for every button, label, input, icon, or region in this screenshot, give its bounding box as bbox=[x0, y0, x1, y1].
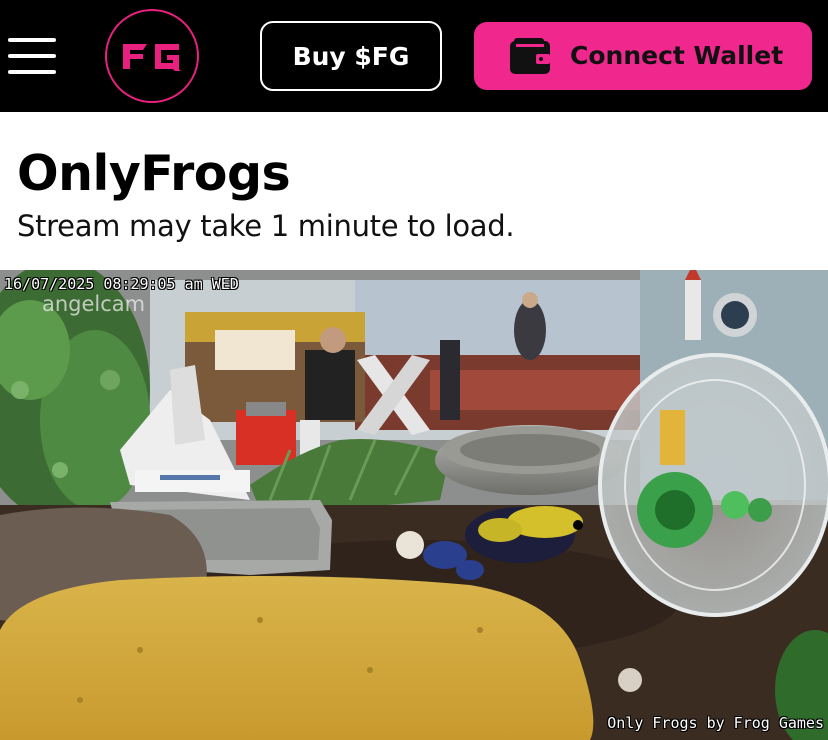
connect-wallet-button[interactable]: Connect Wallet bbox=[474, 22, 812, 90]
stream-caption: Only Frogs by Frog Games bbox=[607, 714, 824, 732]
stream-load-notice: Stream may take 1 minute to load. bbox=[17, 209, 515, 243]
buy-fg-button[interactable]: Buy $FG bbox=[260, 21, 442, 91]
terrarium-scene-image bbox=[0, 270, 828, 740]
angelcam-watermark: angelcam bbox=[42, 292, 146, 316]
fg-logo[interactable]: FG bbox=[105, 9, 199, 103]
fg-logo-mark: FG bbox=[123, 44, 181, 71]
menu-line bbox=[8, 54, 56, 58]
hamburger-menu-icon[interactable] bbox=[8, 38, 56, 74]
menu-line bbox=[8, 70, 56, 74]
live-stream-video[interactable]: 16/07/2025 08:29:05 am WED angelcam Only… bbox=[0, 270, 828, 740]
stream-timestamp: 16/07/2025 08:29:05 am WED bbox=[4, 275, 239, 293]
wallet-icon bbox=[510, 38, 550, 74]
connect-wallet-label: Connect Wallet bbox=[570, 41, 784, 70]
page-title: OnlyFrogs bbox=[17, 145, 291, 202]
menu-line bbox=[8, 38, 56, 42]
top-navigation-bar: FG Buy $FG Connect Wallet bbox=[0, 0, 828, 112]
